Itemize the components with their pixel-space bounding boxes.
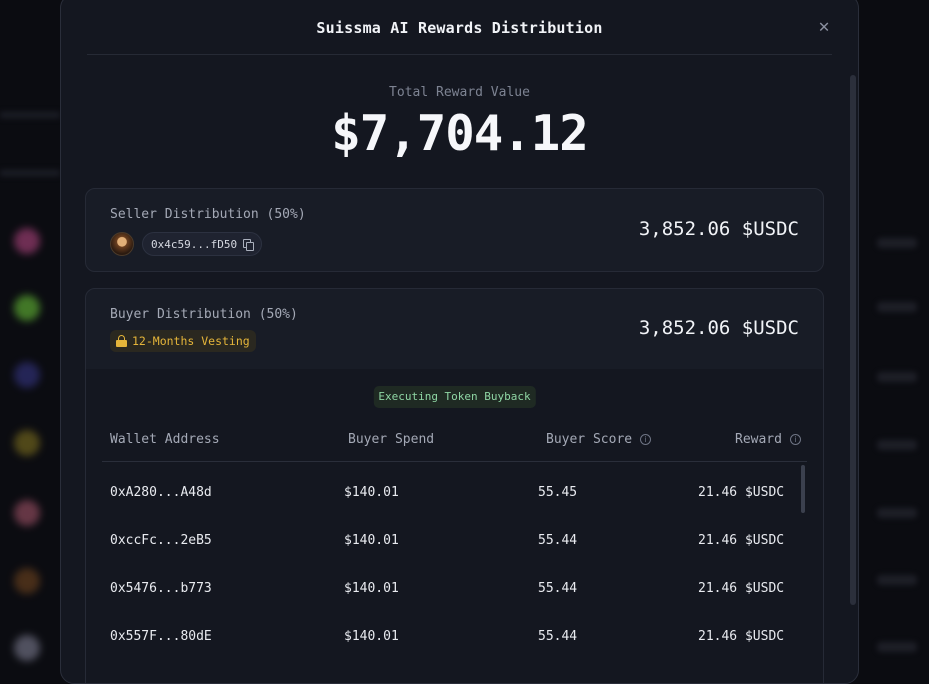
seller-amount: 3,852.06 $USDC — [639, 218, 799, 240]
wallet-address: 0xA280...A48d — [110, 469, 212, 517]
background-value — [877, 642, 917, 652]
background-avatar — [14, 430, 40, 456]
background-line — [0, 112, 60, 118]
total-reward-label: Total Reward Value — [61, 85, 858, 100]
rewards-modal: Suissma AI Rewards Distribution ✕ Total … — [60, 0, 859, 684]
seller-distribution-label: Seller Distribution (50%) — [110, 207, 306, 222]
vesting-label: 12-Months Vesting — [132, 334, 250, 348]
buyer-score: 55.45 — [538, 469, 577, 517]
reward-amount: 21.46 $USDC — [698, 517, 784, 565]
seller-address: 0x4c59...fD50 — [151, 238, 237, 251]
reward-amount: 21.46 $USDC — [698, 613, 784, 661]
buyer-spend: $140.01 — [344, 517, 399, 565]
column-header-spend-label: Buyer Spend — [348, 432, 434, 447]
close-icon[interactable]: ✕ — [814, 17, 834, 37]
background-value — [877, 508, 917, 518]
background-value — [877, 238, 917, 248]
lock-icon — [116, 335, 127, 347]
table-row[interactable]: 0x557F...80dE $140.01 55.44 21.46 $USDC — [86, 613, 823, 661]
column-header-wallet: Wallet Address — [110, 432, 220, 447]
background-value — [877, 302, 917, 312]
background-value — [877, 372, 917, 382]
modal-scroll-area: Total Reward Value $7,704.12 Seller Dist… — [61, 55, 858, 683]
column-header-reward: Reward i — [735, 432, 801, 447]
buyer-score: 55.44 — [538, 565, 577, 613]
background-avatar — [14, 635, 40, 661]
wallet-address: 0x5476...b773 — [110, 565, 212, 613]
table-row[interactable]: 0xccFc...2eB5 $140.01 55.44 21.46 $USDC — [86, 517, 823, 565]
buyer-spend: $140.01 — [344, 565, 399, 613]
background-avatar — [14, 500, 40, 526]
background-value — [877, 575, 917, 585]
table-row[interactable]: 0x5476...b773 $140.01 55.44 21.46 $USDC — [86, 565, 823, 613]
buyer-score: 55.44 — [538, 517, 577, 565]
buyer-distribution-header: Buyer Distribution (50%) 12-Months Vesti… — [86, 289, 823, 369]
background-avatar — [14, 362, 40, 388]
column-header-score-label: Buyer Score — [546, 432, 632, 447]
total-reward-value: $7,704.12 — [61, 105, 858, 162]
column-header-spend: Buyer Spend — [348, 432, 434, 447]
vesting-badge: 12-Months Vesting — [110, 330, 256, 352]
buyer-spend: $140.01 — [344, 469, 399, 517]
background-avatar — [14, 568, 40, 594]
seller-distribution-card: Seller Distribution (50%) 0x4c59...fD50 … — [85, 188, 824, 272]
background-line — [0, 170, 60, 176]
buyer-amount: 3,852.06 $USDC — [639, 317, 799, 339]
info-icon[interactable]: i — [790, 434, 801, 445]
wallet-address: 0x557F...80dE — [110, 613, 212, 661]
modal-header: Suissma AI Rewards Distribution ✕ — [87, 1, 832, 55]
buyer-spend: $140.01 — [344, 613, 399, 661]
modal-title: Suissma AI Rewards Distribution — [316, 19, 602, 37]
column-header-score: Buyer Score i — [546, 432, 651, 447]
seller-avatar — [110, 232, 134, 256]
background-avatar — [14, 228, 40, 254]
reward-amount: 21.46 $USDC — [698, 565, 784, 613]
background-avatar — [14, 295, 40, 321]
background-value — [877, 440, 917, 450]
table-row[interactable]: 0xA280...A48d $140.01 55.45 21.46 $USDC — [86, 469, 823, 517]
wallet-address: 0xccFc...2eB5 — [110, 517, 212, 565]
column-header-wallet-label: Wallet Address — [110, 432, 220, 447]
info-icon[interactable]: i — [640, 434, 651, 445]
copy-icon[interactable] — [243, 239, 253, 250]
buyer-distribution-card: Buyer Distribution (50%) 12-Months Vesti… — [85, 288, 824, 684]
reward-amount: 21.46 $USDC — [698, 469, 784, 517]
seller-address-chip[interactable]: 0x4c59...fD50 — [142, 232, 262, 256]
buyer-distribution-label: Buyer Distribution (50%) — [110, 307, 298, 322]
buyer-score: 55.44 — [538, 613, 577, 661]
column-header-reward-label: Reward — [735, 432, 782, 447]
buyback-status-badge: Executing Token Buyback — [373, 386, 535, 408]
table-divider — [102, 461, 807, 462]
seller-address-row: 0x4c59...fD50 — [110, 232, 262, 256]
buyer-table-section: Executing Token Buyback Wallet Address B… — [86, 369, 823, 684]
